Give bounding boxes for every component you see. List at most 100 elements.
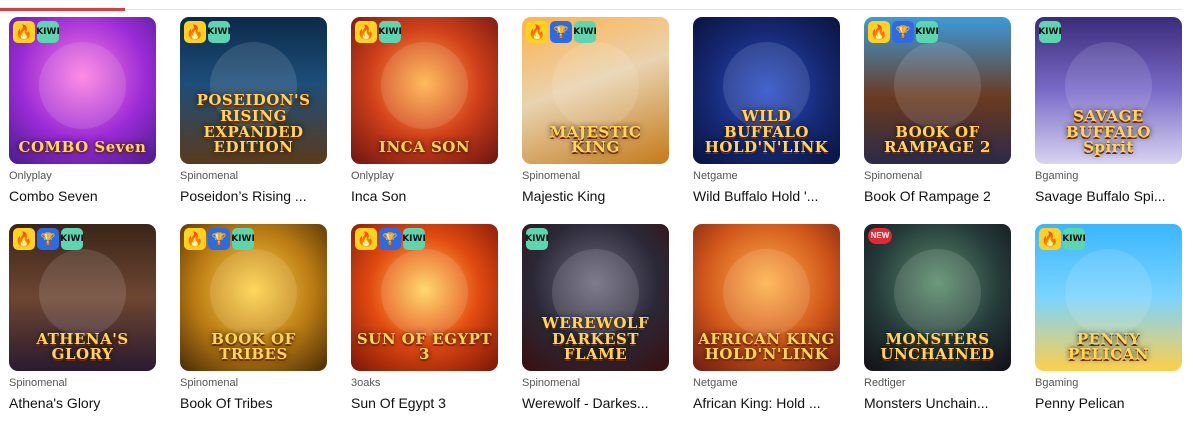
game-title[interactable]: Penny Pelican bbox=[1035, 394, 1182, 412]
game-thumbnail[interactable]: 🔥 KIWI PENNY PELICAN bbox=[1035, 224, 1182, 371]
hot-badge-icon: 🔥 bbox=[13, 21, 35, 43]
game-card[interactable]: 🔥 🏆 KIWI BOOK OF TRIBES Spinomenal Book Of Tr… bbox=[180, 224, 327, 412]
badge-row: 🔥 KIWI bbox=[13, 21, 60, 43]
badge-row: 🔥 🏆 KIWI bbox=[184, 228, 255, 250]
game-card[interactable]: KIWI WEREWOLF DARKEST FLAME Spinomenal Were… bbox=[522, 224, 669, 412]
game-thumbnail[interactable]: KIWI SAVAGE BUFFALO Spirit bbox=[1035, 17, 1182, 164]
trophy-badge-icon: 🏆 bbox=[892, 21, 914, 43]
artwork-glow bbox=[381, 249, 468, 336]
game-card[interactable]: 🔥 🏆 KIWI ATHENA'S GLORY Spinomenal Athena's G… bbox=[9, 224, 156, 412]
game-title[interactable]: Poseidon’s Rising ... bbox=[180, 187, 327, 205]
game-title[interactable]: Athena's Glory bbox=[9, 394, 156, 412]
hot-badge-icon: 🔥 bbox=[355, 228, 377, 250]
game-card[interactable]: KIWI SAVAGE BUFFALO Spirit Bgaming Savage B… bbox=[1035, 17, 1182, 205]
game-logo-text: AFRICAN KING HOLD'N'LINK bbox=[698, 329, 835, 364]
game-provider: Onlyplay bbox=[351, 170, 394, 182]
badge-row: KIWI bbox=[1038, 21, 1062, 43]
game-logo-text: BOOK OF TRIBES bbox=[211, 329, 296, 364]
kiwi-badge-icon: KIWI bbox=[915, 21, 939, 43]
game-logo-text: POSEIDON'S RISING EXPANDED EDITION bbox=[196, 91, 311, 157]
game-provider: Spinomenal bbox=[180, 170, 239, 182]
game-thumbnail[interactable]: 🔥 KIWI INCA SON bbox=[351, 17, 498, 164]
game-title[interactable]: Monsters Unchain... bbox=[864, 394, 1011, 412]
artwork-glow bbox=[39, 42, 126, 129]
game-card[interactable]: 🔥 KIWI INCA SON Onlyplay Inca Son bbox=[351, 17, 498, 205]
trophy-badge-icon: 🏆 bbox=[208, 228, 230, 250]
game-card[interactable]: AFRICAN KING HOLD'N'LINK Netgame African K… bbox=[693, 224, 840, 412]
game-card[interactable]: 🔥 🏆 KIWI BOOK OF RAMPAGE 2 Spinomenal Book Of… bbox=[864, 17, 1011, 205]
game-logo-text: WILD BUFFALO HOLD'N'LINK bbox=[704, 106, 829, 157]
kiwi-badge-icon: KIWI bbox=[36, 21, 60, 43]
game-title[interactable]: Combo Seven bbox=[9, 187, 156, 205]
game-title[interactable]: Werewolf - Darkes... bbox=[522, 394, 669, 412]
game-title[interactable]: Savage Buffalo Spi... bbox=[1035, 187, 1182, 205]
game-logo-text: SAVAGE BUFFALO Spirit bbox=[1066, 106, 1151, 157]
trophy-badge-icon: 🏆 bbox=[37, 228, 59, 250]
game-logo-text: ATHENA'S GLORY bbox=[36, 329, 129, 364]
kiwi-badge-icon: KIWI bbox=[1062, 228, 1086, 250]
badge-row: 🔥 🏆 KIWI bbox=[868, 21, 939, 43]
kiwi-badge-icon: KIWI bbox=[525, 228, 549, 250]
game-provider: Netgame bbox=[693, 377, 738, 389]
game-logo-text: SUN OF EGYPT 3 bbox=[356, 329, 493, 364]
trophy-badge-icon: 🏆 bbox=[379, 228, 401, 250]
game-card[interactable]: 🔥 KIWI COMBO Seven Onlyplay Combo Seven bbox=[9, 17, 156, 205]
game-thumbnail[interactable]: 🔥 🏆 KIWI ATHENA'S GLORY bbox=[9, 224, 156, 371]
tab-underline bbox=[0, 9, 1182, 10]
game-card[interactable]: 🔥 KIWI POSEIDON'S RISING EXPANDED EDITION S… bbox=[180, 17, 327, 205]
game-thumbnail[interactable]: AFRICAN KING HOLD'N'LINK bbox=[693, 224, 840, 371]
game-title[interactable]: Wild Buffalo Hold '... bbox=[693, 187, 840, 205]
game-title[interactable]: Majestic King bbox=[522, 187, 669, 205]
game-provider: Spinomenal bbox=[522, 377, 581, 389]
game-provider: 3oaks bbox=[351, 377, 381, 389]
game-provider: Spinomenal bbox=[9, 377, 68, 389]
game-logo-text: MAJESTIC KING bbox=[549, 122, 642, 157]
artwork-glow bbox=[381, 42, 468, 129]
game-title[interactable]: Sun Of Egypt 3 bbox=[351, 394, 498, 412]
game-thumbnail[interactable]: 🔥 🏆 KIWI SUN OF EGYPT 3 bbox=[351, 224, 498, 371]
game-title[interactable]: Book Of Tribes bbox=[180, 394, 327, 412]
artwork-glow bbox=[210, 249, 297, 336]
hot-badge-icon: 🔥 bbox=[184, 21, 206, 43]
game-title[interactable]: African King: Hold ... bbox=[693, 394, 840, 412]
badge-row: KIWI bbox=[525, 228, 549, 250]
hot-badge-icon: 🔥 bbox=[13, 228, 35, 250]
artwork-glow bbox=[39, 249, 126, 336]
game-card[interactable]: 🔥 🏆 KIWI SUN OF EGYPT 3 3oaks Sun Of Egypt 3 bbox=[351, 224, 498, 412]
badge-row: 🔥 🏆 KIWI bbox=[355, 228, 426, 250]
game-card[interactable]: NEW MONSTERS UNCHAINED Redtiger Monsters Un… bbox=[864, 224, 1011, 412]
game-thumbnail[interactable]: 🔥 🏆 KIWI MAJESTIC KING bbox=[522, 17, 669, 164]
game-card[interactable]: WILD BUFFALO HOLD'N'LINK Netgame Wild Buff… bbox=[693, 17, 840, 205]
game-thumbnail[interactable]: KIWI WEREWOLF DARKEST FLAME bbox=[522, 224, 669, 371]
game-logo-text: PENNY PELICAN bbox=[1067, 329, 1150, 364]
hot-badge-icon: 🔥 bbox=[184, 228, 206, 250]
artwork-glow bbox=[894, 249, 981, 336]
badge-row: 🔥 🏆 KIWI bbox=[526, 21, 597, 43]
game-provider: Netgame bbox=[693, 170, 738, 182]
artwork-glow bbox=[552, 42, 639, 129]
hot-badge-icon: 🔥 bbox=[526, 21, 548, 43]
new-badge: NEW bbox=[868, 228, 892, 244]
game-card[interactable]: 🔥 🏆 KIWI MAJESTIC KING Spinomenal Majestic Ki… bbox=[522, 17, 669, 205]
badge-row: 🔥 🏆 KIWI bbox=[13, 228, 84, 250]
game-provider: Spinomenal bbox=[522, 170, 581, 182]
game-logo-text: INCA SON bbox=[378, 138, 471, 157]
game-provider: Spinomenal bbox=[864, 170, 923, 182]
active-tab-indicator bbox=[0, 8, 125, 11]
game-grid: 🔥 KIWI COMBO Seven Onlyplay Combo Seven 🔥 KIWI… bbox=[9, 17, 1182, 412]
hot-badge-icon: 🔥 bbox=[1039, 228, 1061, 250]
game-thumbnail[interactable]: 🔥 KIWI COMBO Seven bbox=[9, 17, 156, 164]
trophy-badge-icon: 🏆 bbox=[550, 21, 572, 43]
game-title[interactable]: Book Of Rampage 2 bbox=[864, 187, 1011, 205]
game-card[interactable]: 🔥 KIWI PENNY PELICAN Bgaming Penny Pelican bbox=[1035, 224, 1182, 412]
game-thumbnail[interactable]: 🔥 KIWI POSEIDON'S RISING EXPANDED EDITION bbox=[180, 17, 327, 164]
game-provider: Redtiger bbox=[864, 377, 906, 389]
game-provider: Bgaming bbox=[1035, 377, 1079, 389]
game-thumbnail[interactable]: 🔥 🏆 KIWI BOOK OF RAMPAGE 2 bbox=[864, 17, 1011, 164]
game-thumbnail[interactable]: NEW MONSTERS UNCHAINED bbox=[864, 224, 1011, 371]
game-title[interactable]: Inca Son bbox=[351, 187, 498, 205]
game-thumbnail[interactable]: 🔥 🏆 KIWI BOOK OF TRIBES bbox=[180, 224, 327, 371]
game-thumbnail[interactable]: WILD BUFFALO HOLD'N'LINK bbox=[693, 17, 840, 164]
game-provider: Bgaming bbox=[1035, 170, 1079, 182]
game-logo-text: WEREWOLF DARKEST FLAME bbox=[541, 313, 650, 364]
